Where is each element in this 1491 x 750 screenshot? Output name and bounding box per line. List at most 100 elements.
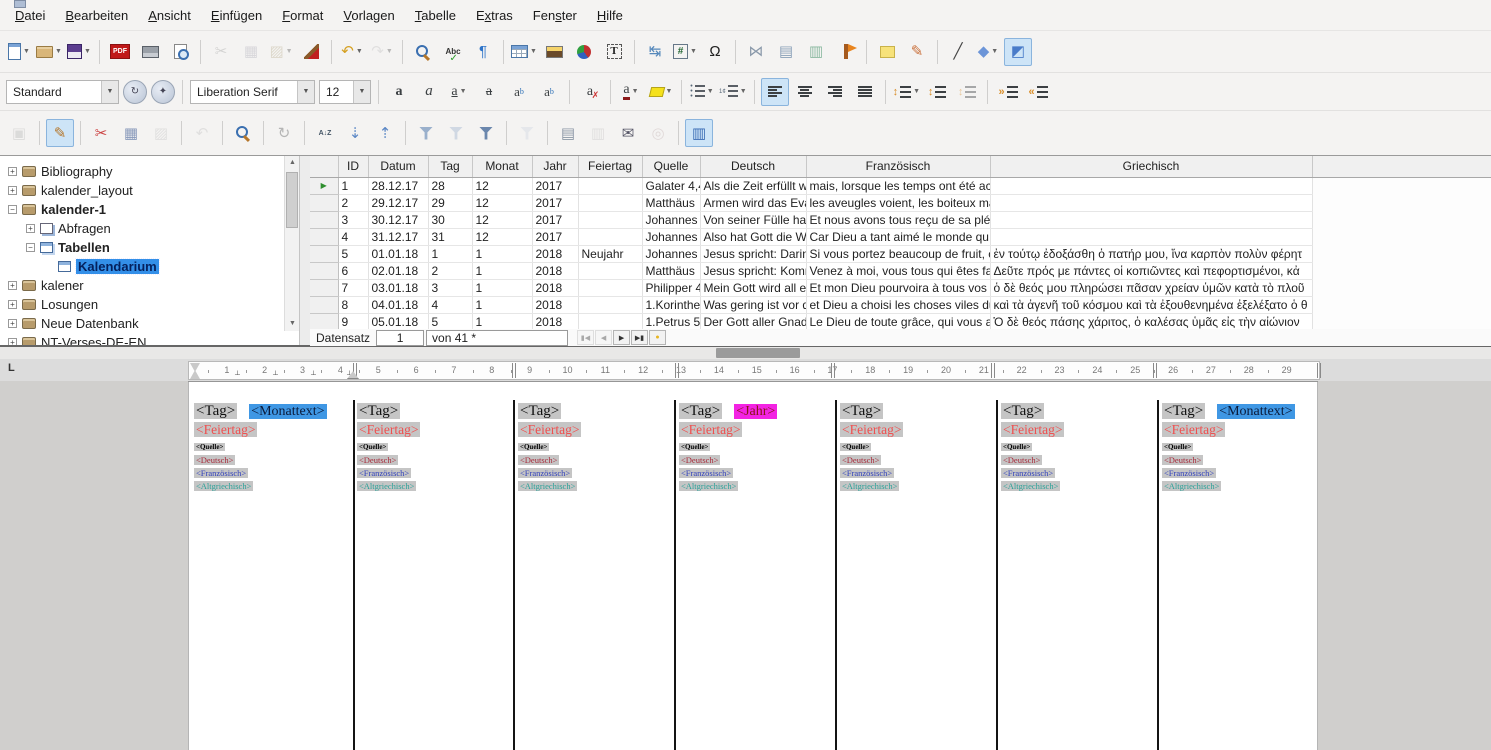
- grid-cell[interactable]: Jesus spricht: Komm: [700, 262, 806, 279]
- highlight-color-dropdown[interactable]: ▼: [666, 88, 673, 95]
- strikethrough-button[interactable]: a: [475, 78, 503, 106]
- justify-button[interactable]: [851, 78, 879, 106]
- grid-cell[interactable]: 2018: [532, 279, 578, 296]
- superscript-button[interactable]: a: [505, 78, 533, 106]
- franzoesisch-field[interactable]: <Französisch>: [518, 468, 572, 478]
- grid-cell[interactable]: Von seiner Fülle hab: [700, 211, 806, 228]
- grid-cell[interactable]: Philipper 4: [642, 279, 700, 296]
- grid-cell[interactable]: Johannes: [642, 245, 700, 262]
- menu-format[interactable]: Format: [273, 4, 332, 27]
- grid-cell[interactable]: Matthäus: [642, 194, 700, 211]
- expand-icon[interactable]: +: [26, 224, 35, 233]
- collapse-icon[interactable]: −: [26, 243, 35, 252]
- paragraph-style-combo[interactable]: Standard ▼: [6, 80, 119, 104]
- jahr-field[interactable]: <Jahr>: [734, 404, 777, 419]
- grid-cell[interactable]: 8: [338, 296, 368, 313]
- grid-cell[interactable]: [578, 177, 642, 194]
- new-document-dropdown[interactable]: ▼: [23, 48, 30, 55]
- menu-extras[interactable]: Extras: [467, 4, 522, 27]
- menu-einfgen[interactable]: Einfügen: [202, 4, 271, 27]
- grid-cell[interactable]: 29.12.17: [368, 194, 428, 211]
- record-number-input[interactable]: 1: [376, 330, 424, 346]
- grid-cell[interactable]: 1: [338, 177, 368, 194]
- paste-dropdown[interactable]: ▼: [286, 48, 293, 55]
- row-selector[interactable]: [310, 262, 338, 279]
- grid-cell[interactable]: 2018: [532, 245, 578, 262]
- grid-cell[interactable]: Der Gott aller Gnade: [700, 313, 806, 329]
- insert-field-dropdown[interactable]: ▼: [690, 48, 697, 55]
- grid-cell[interactable]: Si vous portez beaucoup de fruit, c: [806, 245, 990, 262]
- altgriechisch-field[interactable]: <Altgriechisch>: [840, 481, 899, 491]
- row-selector[interactable]: [310, 313, 338, 329]
- find-and-replace-button[interactable]: [409, 38, 437, 66]
- grid-cell[interactable]: Also hat Gott die W: [700, 228, 806, 245]
- grid-cell[interactable]: 4: [338, 228, 368, 245]
- italic-button[interactable]: a: [415, 78, 443, 106]
- grid-cell[interactable]: Venez à moi, vous tous qui êtes fat: [806, 262, 990, 279]
- insert-table-button[interactable]: ▼: [510, 38, 538, 66]
- monattext-field[interactable]: <Monattext>: [249, 404, 326, 419]
- insert-field-button[interactable]: #▼: [671, 38, 699, 66]
- insert-footnote-button[interactable]: ▤: [772, 38, 800, 66]
- undo-button[interactable]: ↶▼: [338, 38, 366, 66]
- grid-cell[interactable]: 12: [472, 228, 532, 245]
- mail-merge-button[interactable]: ✉: [614, 119, 642, 147]
- explorer-grid-splitter[interactable]: [300, 156, 310, 345]
- tab-stop-mark[interactable]: ┴: [311, 372, 316, 379]
- franzoesisch-field[interactable]: <Französisch>: [679, 468, 733, 478]
- sidebar-item-bibliography[interactable]: +Bibliography: [0, 162, 299, 181]
- grid-cell[interactable]: 3: [428, 279, 472, 296]
- clone-formatting-button[interactable]: [297, 38, 325, 66]
- horizontal-scrollbar-thumb[interactable]: [716, 348, 800, 358]
- cut-button[interactable]: ✂: [87, 119, 115, 147]
- grid-cell[interactable]: [578, 262, 642, 279]
- document-page[interactable]: <Tag><Monattext><Feiertag><Quelle><Deuts…: [188, 381, 1318, 750]
- last-record-button[interactable]: ▶▮: [631, 330, 648, 345]
- column-header-monat[interactable]: Monat: [472, 156, 532, 177]
- menu-bearbeiten[interactable]: Bearbeiten: [56, 4, 137, 27]
- refresh-button[interactable]: ↻: [270, 119, 298, 147]
- tag-field[interactable]: <Tag>: [357, 403, 400, 419]
- collapse-icon[interactable]: −: [8, 205, 17, 214]
- grid-cell[interactable]: 29: [428, 194, 472, 211]
- expand-icon[interactable]: +: [8, 186, 17, 195]
- menu-hilfe[interactable]: Hilfe: [588, 4, 632, 27]
- sidebar-item-losungen[interactable]: +Losungen: [0, 295, 299, 314]
- grid-cell[interactable]: 2018: [532, 296, 578, 313]
- quelle-field[interactable]: <Quelle>: [357, 443, 388, 451]
- grid-cell[interactable]: 30.12.17: [368, 211, 428, 228]
- new-record-button[interactable]: ●: [649, 330, 666, 345]
- grid-cell[interactable]: 01.01.18: [368, 245, 428, 262]
- grid-cell[interactable]: [578, 296, 642, 313]
- grid-cell[interactable]: 9: [338, 313, 368, 329]
- tag-field[interactable]: <Tag>: [1001, 403, 1044, 419]
- feiertag-field[interactable]: <Feiertag>: [194, 422, 257, 437]
- franzoesisch-field[interactable]: <Französisch>: [357, 468, 411, 478]
- insert-page-break-button[interactable]: ↹: [641, 38, 669, 66]
- font-color-dropdown[interactable]: ▼: [632, 88, 639, 95]
- standard-filter-button[interactable]: [472, 119, 500, 147]
- form-based-filters-button[interactable]: [442, 119, 470, 147]
- increase-paragraph-spacing-button[interactable]: [923, 78, 951, 106]
- grid-cell[interactable]: Le Dieu de toute grâce, qui vous a: [806, 313, 990, 329]
- grid-cell[interactable]: [578, 279, 642, 296]
- grid-cell[interactable]: 1.Korinthe: [642, 296, 700, 313]
- clear-formatting-button[interactable]: a: [576, 78, 604, 106]
- grid-cell[interactable]: 2017: [532, 177, 578, 194]
- grid-cell[interactable]: Δεῦτε πρός με πάντες οἱ κοπιῶντες καὶ πε…: [990, 262, 1312, 279]
- franzoesisch-field[interactable]: <Französisch>: [840, 468, 894, 478]
- feiertag-field[interactable]: <Feiertag>: [840, 422, 903, 437]
- open-button[interactable]: ▼: [35, 38, 63, 66]
- sidebar-item-kalener[interactable]: +kalener: [0, 276, 299, 295]
- sidebar-item-neue-datenbank[interactable]: +Neue Datenbank: [0, 314, 299, 333]
- row-selector[interactable]: [310, 245, 338, 262]
- decrease-indent-button[interactable]: [1024, 78, 1052, 106]
- increase-indent-button[interactable]: [994, 78, 1022, 106]
- menu-ansicht[interactable]: Ansicht: [139, 4, 200, 27]
- grid-cell[interactable]: Neujahr: [578, 245, 642, 262]
- grid-cell[interactable]: 04.01.18: [368, 296, 428, 313]
- grid-cell[interactable]: [990, 211, 1312, 228]
- grid-cell[interactable]: et Dieu a choisi les choses viles du: [806, 296, 990, 313]
- grid-cell[interactable]: 31.12.17: [368, 228, 428, 245]
- show-draw-functions-button[interactable]: ◩: [1004, 38, 1032, 66]
